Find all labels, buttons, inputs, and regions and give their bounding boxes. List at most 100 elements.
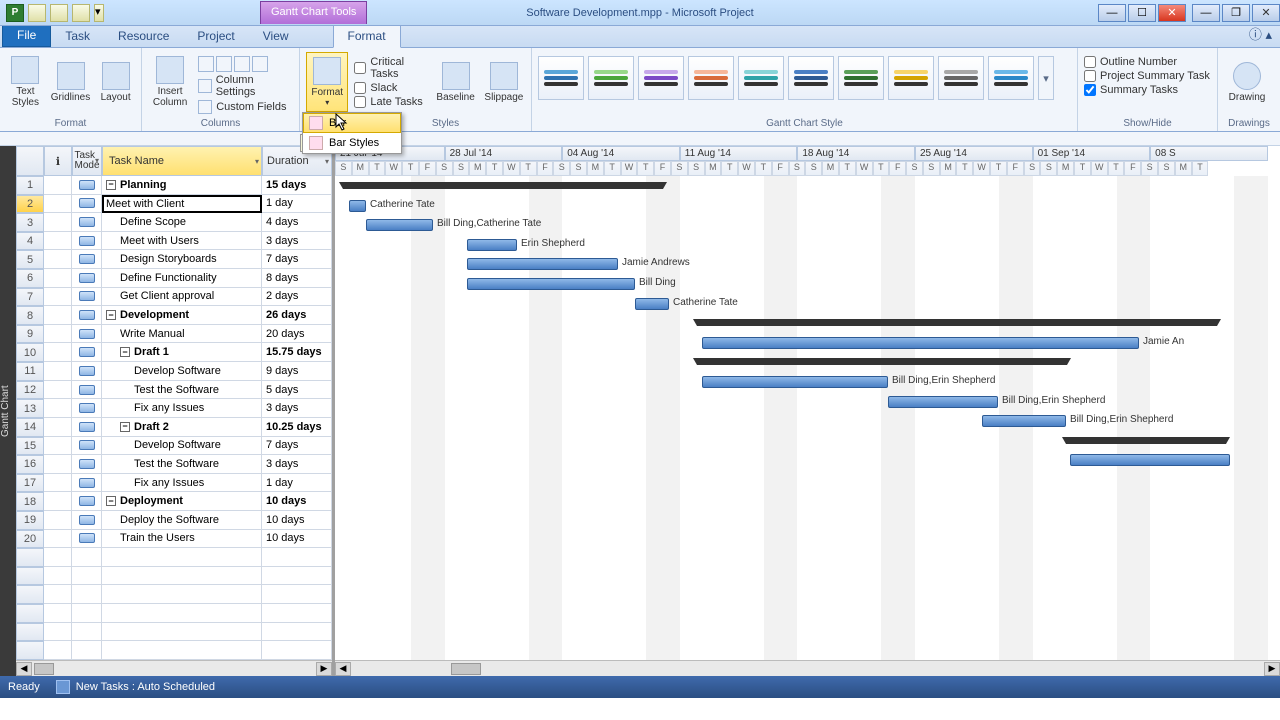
gantt-style-8[interactable] [888, 56, 934, 100]
mode-cell[interactable] [72, 455, 102, 474]
layout-button[interactable]: Layout [96, 52, 135, 112]
day-header[interactable]: T [637, 161, 654, 176]
table-row[interactable]: 4Meet with Users3 days [16, 232, 332, 251]
gantt-style-9[interactable] [938, 56, 984, 100]
day-header[interactable]: F [889, 161, 906, 176]
duration-cell[interactable]: 7 days [262, 250, 332, 269]
day-header[interactable]: F [1007, 161, 1024, 176]
week-header[interactable]: 11 Aug '14 [680, 146, 798, 161]
day-header[interactable]: F [1124, 161, 1141, 176]
taskname-cell[interactable]: Deploy the Software [102, 511, 262, 530]
day-header[interactable]: S [688, 161, 705, 176]
day-header[interactable]: M [1057, 161, 1074, 176]
dropdown-bar-styles[interactable]: Bar Styles [303, 133, 401, 153]
summary-tasks-checkbox[interactable]: Summary Tasks [1084, 84, 1211, 96]
qat-redo-icon[interactable] [72, 4, 90, 22]
duration-cell[interactable]: 10 days [262, 530, 332, 549]
gantt-style-7[interactable] [838, 56, 884, 100]
day-header[interactable]: T [956, 161, 973, 176]
gantt-style-4[interactable] [688, 56, 734, 100]
task-bar[interactable] [1070, 454, 1230, 466]
file-tab[interactable]: File [2, 23, 51, 47]
day-header[interactable]: T [1108, 161, 1125, 176]
row-number[interactable]: 7 [16, 288, 44, 307]
day-header[interactable]: S [553, 161, 570, 176]
task-bar[interactable] [467, 278, 635, 290]
mode-cell[interactable] [72, 306, 102, 325]
table-row[interactable]: 12Test the Software5 days [16, 381, 332, 400]
table-row[interactable]: 10−Draft 115.75 days [16, 343, 332, 362]
mode-cell[interactable] [72, 250, 102, 269]
table-row[interactable]: 19Deploy the Software10 days [16, 511, 332, 530]
table-row[interactable]: 11Develop Software9 days [16, 362, 332, 381]
baseline-button[interactable]: Baseline [434, 52, 476, 112]
task-bar[interactable] [467, 239, 517, 251]
gantt-chart[interactable]: 21 Jul '1428 Jul '1404 Aug '1411 Aug '14… [335, 146, 1280, 676]
taskname-cell[interactable]: −Planning [102, 176, 262, 195]
day-header[interactable]: T [721, 161, 738, 176]
table-row[interactable]: 5Design Storyboards7 days [16, 250, 332, 269]
doc-restore-button[interactable]: ❐ [1222, 4, 1250, 22]
tab-view[interactable]: View [249, 25, 303, 47]
project-logo-icon[interactable]: P [6, 4, 24, 22]
duration-cell[interactable]: 15 days [262, 176, 332, 195]
mode-cell[interactable] [72, 288, 102, 307]
duration-cell[interactable]: 9 days [262, 362, 332, 381]
table-row[interactable]: 20Train the Users10 days [16, 530, 332, 549]
taskname-cell[interactable]: −Draft 2 [102, 418, 262, 437]
day-header[interactable]: F [419, 161, 436, 176]
table-row[interactable]: 3Define Scope4 days [16, 213, 332, 232]
day-header[interactable]: S [906, 161, 923, 176]
day-header[interactable]: S [1024, 161, 1041, 176]
tab-resource[interactable]: Resource [104, 25, 183, 47]
late-tasks-checkbox[interactable]: Late Tasks [354, 96, 428, 108]
mode-cell[interactable] [72, 381, 102, 400]
duration-cell[interactable]: 26 days [262, 306, 332, 325]
day-header[interactable]: T [402, 161, 419, 176]
duration-cell[interactable]: 10.25 days [262, 418, 332, 437]
row-number[interactable]: 4 [16, 232, 44, 251]
row-number[interactable]: 5 [16, 250, 44, 269]
day-header[interactable]: S [1158, 161, 1175, 176]
table-row[interactable]: 2Meet with Client1 day [16, 195, 332, 214]
row-number[interactable]: 3 [16, 213, 44, 232]
task-bar[interactable] [702, 337, 1139, 349]
day-header[interactable]: S [570, 161, 587, 176]
duration-cell[interactable]: 15.75 days [262, 343, 332, 362]
align-right-icon[interactable] [234, 56, 250, 72]
day-header[interactable]: S [805, 161, 822, 176]
gantt-style-2[interactable] [588, 56, 634, 100]
taskname-cell[interactable]: Get Client approval [102, 288, 262, 307]
qat-save-icon[interactable] [28, 4, 46, 22]
day-header[interactable]: T [604, 161, 621, 176]
table-hscroll[interactable]: ◀▶ [16, 660, 332, 676]
summary-bar[interactable] [343, 182, 663, 189]
taskname-cell[interactable]: Test the Software [102, 455, 262, 474]
duration-cell[interactable]: 1 day [262, 474, 332, 493]
taskname-cell[interactable]: Fix any Issues [102, 474, 262, 493]
day-header[interactable]: T [755, 161, 772, 176]
wrap-text-icon[interactable] [252, 56, 268, 72]
taskname-cell[interactable]: Meet with Users [102, 232, 262, 251]
week-header[interactable]: 04 Aug '14 [562, 146, 680, 161]
row-number[interactable]: 12 [16, 381, 44, 400]
day-header[interactable]: T [839, 161, 856, 176]
day-header[interactable]: S [335, 161, 352, 176]
table-row[interactable]: 16Test the Software3 days [16, 455, 332, 474]
day-header[interactable]: S [923, 161, 940, 176]
mode-cell[interactable] [72, 437, 102, 456]
gridlines-button[interactable]: Gridlines [51, 52, 90, 112]
mode-cell[interactable] [72, 474, 102, 493]
row-number[interactable]: 11 [16, 362, 44, 381]
table-row[interactable]: 15Develop Software7 days [16, 437, 332, 456]
taskname-cell[interactable]: Train the Users [102, 530, 262, 549]
taskname-cell[interactable]: Develop Software [102, 437, 262, 456]
tab-task[interactable]: Task [51, 25, 104, 47]
dropdown-bar[interactable]: Bar [303, 113, 401, 133]
doc-minimize-button[interactable]: — [1192, 4, 1220, 22]
week-header[interactable]: 25 Aug '14 [915, 146, 1033, 161]
day-header[interactable]: W [385, 161, 402, 176]
tab-project[interactable]: Project [183, 25, 248, 47]
table-row[interactable]: 9Write Manual20 days [16, 325, 332, 344]
task-bar[interactable] [349, 200, 366, 212]
